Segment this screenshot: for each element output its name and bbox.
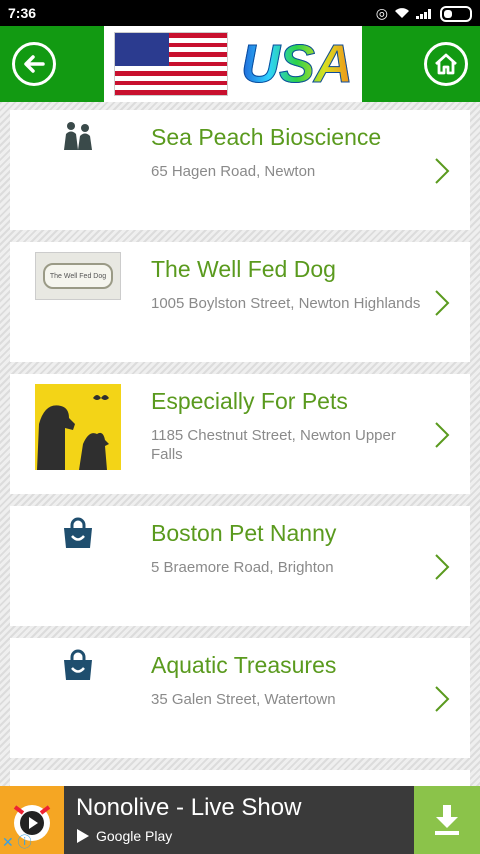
status-bar: 7:36 ◎ [0, 0, 480, 26]
listing-name[interactable]: Especially For Pets [151, 388, 348, 415]
chevron-right-icon[interactable] [432, 420, 452, 450]
shopping-bag-icon [35, 648, 121, 734]
back-button[interactable] [12, 42, 56, 86]
listing-name[interactable]: Aquatic Treasures [151, 652, 336, 679]
ad-banner[interactable]: Nonolive - Live Show Google Play ✕ ⓘ [0, 786, 480, 854]
listing-name[interactable]: The Well Fed Dog [151, 256, 336, 283]
google-play-icon [77, 829, 89, 843]
listing-address: 1185 Chestnut Street, Newton Upper Falls [151, 427, 396, 463]
alarm-icon: ◎ [375, 5, 388, 21]
listing-address: 65 Hagen Road, Newton [151, 163, 316, 180]
chevron-right-icon[interactable] [432, 552, 452, 582]
download-icon [435, 805, 459, 835]
google-play-badge[interactable]: Google Play [76, 828, 172, 844]
battery-icon [440, 5, 472, 22]
store-label: Google Play [96, 828, 173, 844]
status-icons: ◎ [376, 5, 472, 22]
home-button[interactable] [424, 42, 468, 86]
arrow-left-icon [24, 55, 45, 73]
list-item[interactable] [10, 770, 470, 786]
wifi-icon [394, 6, 410, 22]
shopping-bag-icon [35, 516, 121, 602]
chevron-right-icon[interactable] [432, 156, 452, 186]
listing-address: 35 Galen Street, Watertown [151, 691, 336, 708]
list-item[interactable]: Aquatic Treasures 35 Galen Street, Water… [10, 638, 470, 758]
listing-list[interactable]: Sea Peach Bioscience 65 Hagen Road, Newt… [0, 102, 480, 786]
list-item[interactable]: Sea Peach Bioscience 65 Hagen Road, Newt… [10, 110, 470, 230]
status-time: 7:36 [8, 5, 37, 21]
ad-close-icon[interactable]: ✕ ⓘ [2, 832, 32, 852]
listing-address: 5 Braemore Road, Brighton [151, 559, 334, 576]
pets-silhouette-image [35, 384, 121, 470]
chevron-right-icon[interactable] [432, 684, 452, 714]
signal-icon [416, 6, 434, 22]
usa-flag-icon [114, 32, 228, 96]
list-item[interactable]: Boston Pet Nanny 5 Braemore Road, Bright… [10, 506, 470, 626]
ad-title[interactable]: Nonolive - Live Show [76, 794, 301, 822]
listing-name[interactable]: Sea Peach Bioscience [151, 124, 381, 151]
bone-logo-text: The Well Fed Dog [43, 263, 113, 289]
home-icon [435, 53, 457, 75]
pets-icon [35, 120, 121, 206]
bone-logo: The Well Fed Dog [35, 252, 121, 338]
download-button[interactable] [414, 786, 480, 854]
listing-address: 1005 Boylston Street, Newton Highlands [151, 295, 421, 312]
list-item[interactable]: Especially For Pets 1185 Chestnut Street… [10, 374, 470, 494]
listing-name[interactable]: Boston Pet Nanny [151, 520, 336, 547]
app-header: USA [0, 26, 480, 102]
list-item[interactable]: The Well Fed Dog The Well Fed Dog 1005 B… [10, 242, 470, 362]
chevron-right-icon[interactable] [432, 288, 452, 318]
banner-title: USA [240, 34, 353, 95]
country-banner: USA [104, 26, 362, 102]
